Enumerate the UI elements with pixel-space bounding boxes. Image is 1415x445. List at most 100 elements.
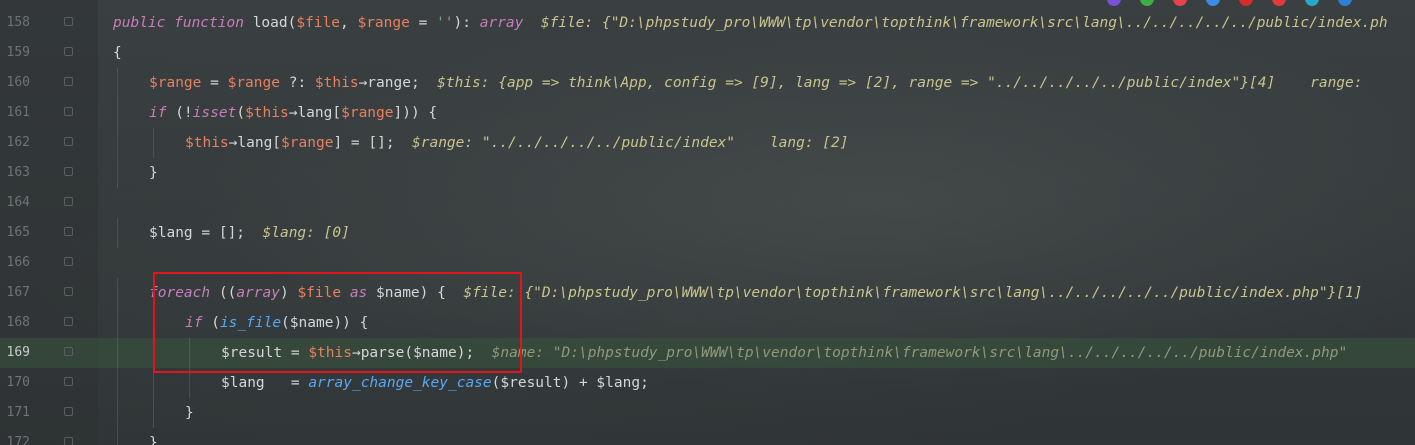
code-token: = [264,375,309,391]
code-token: $range [357,15,410,31]
code-token: ] = []; [333,135,395,151]
code-text: } [149,158,158,188]
code-token: ( [236,105,246,121]
app-icon-teal[interactable] [1305,0,1319,6]
code-line[interactable]: 160 $range = $range ?: $this→range; $this… [0,68,1415,98]
line-number[interactable]: 162 [0,128,30,158]
code-editor[interactable]: 158 public function load($file, $range = … [0,0,1415,445]
line-number[interactable]: 160 [0,68,30,98]
fold-marker-icon[interactable] [64,317,73,326]
opera-icon[interactable] [1239,0,1253,6]
fold-marker-icon[interactable] [64,227,73,236]
fold-marker-icon[interactable] [64,437,73,445]
indent-guide [117,128,118,158]
code-token: , [340,15,358,31]
code-token: $lang [596,375,641,391]
indent-guide [117,428,118,445]
indent-guide [117,398,118,428]
line-number[interactable]: 165 [0,218,30,248]
indent-guide [117,308,118,338]
code-token: function [174,15,253,31]
fold-marker-icon[interactable] [64,77,73,86]
fold-marker-icon[interactable] [64,137,73,146]
code-token: ?: [279,75,315,91]
fold-marker-icon[interactable] [64,47,73,56]
code-text: } [185,398,194,428]
fold-marker-icon[interactable] [64,167,73,176]
fold-marker-icon[interactable] [64,257,73,266]
code-token: →range; [358,75,420,91]
code-token: $range [341,105,394,121]
code-text: public function load($file, $range = '')… [113,8,1388,38]
browser-icon-red[interactable] [1173,0,1187,6]
code-token: array_change_key_case [308,375,492,391]
fold-marker-icon[interactable] [64,347,73,356]
code-token: isset [192,105,237,121]
code-token: ) + [561,375,597,391]
app-icon-purple[interactable] [1107,0,1121,6]
line-number[interactable]: 167 [0,278,30,308]
code-token: load( [252,15,297,31]
code-line[interactable]: 158 public function load($file, $range = … [0,8,1415,38]
line-number[interactable]: 170 [0,368,30,398]
code-token: if [149,105,176,121]
code-token: public [113,15,175,31]
indent-guide [117,158,118,188]
annotation-highlight-box [153,272,522,373]
taskbar-icons [1105,0,1415,6]
code-line[interactable]: 172} [0,428,1415,445]
fold-marker-icon[interactable] [64,107,73,116]
fold-marker-icon[interactable] [64,17,73,26]
inline-debug-value: $range: "../../../../../public/index" la… [394,135,849,151]
code-token: ; [640,375,649,391]
vivaldi-icon[interactable] [1272,0,1286,6]
indent-guide [153,398,154,428]
code-text: $lang = []; $lang: [0] [149,218,350,248]
edge-icon[interactable] [1338,0,1352,6]
code-line[interactable]: 162 $this→lang[$range] = []; $range: "../… [0,128,1415,158]
code-token: $this [185,135,229,151]
inline-debug-value: $lang: [0] [245,225,350,241]
indent-guide [117,278,118,308]
code-token: ): [453,15,480,31]
line-number[interactable]: 168 [0,308,30,338]
code-token: $range [281,135,334,151]
code-token: →lang[ [288,105,342,121]
indent-guide [153,128,154,158]
code-line[interactable]: 164 [0,188,1415,218]
code-token: →lang[ [228,135,282,151]
code-line[interactable]: 165 $lang = []; $lang: [0] [0,218,1415,248]
line-number[interactable]: 161 [0,98,30,128]
fold-marker-icon[interactable] [64,197,73,206]
indent-guide [117,68,118,98]
code-text: $range = $range ?: $this→range; $this: {… [149,68,1362,98]
indent-guide [117,338,118,368]
indent-guide [117,98,118,128]
fold-marker-icon[interactable] [64,407,73,416]
code-token: = [409,15,437,31]
line-number[interactable]: 159 [0,38,30,68]
browser-icon-blue[interactable] [1206,0,1220,6]
line-number[interactable]: 172 [0,428,30,445]
indent-guide [117,368,118,398]
code-token: $this [314,75,359,91]
line-number[interactable]: 163 [0,158,30,188]
code-line[interactable]: 171} [0,398,1415,428]
fold-marker-icon[interactable] [64,377,73,386]
fold-marker-icon[interactable] [64,287,73,296]
line-number[interactable]: 166 [0,248,30,278]
line-number[interactable]: 164 [0,188,30,218]
line-number[interactable]: 171 [0,398,30,428]
code-line[interactable]: 159 { [0,38,1415,68]
code-line[interactable]: 163} [0,158,1415,188]
code-line[interactable]: 161 if (!isset($this→lang[$range])) { [0,98,1415,128]
code-token: = []; [192,225,246,241]
code-text: } [149,428,158,445]
code-token: $this [245,105,289,121]
line-number[interactable]: 169 [0,338,30,368]
code-text: if (!isset($this→lang[$range])) { [149,98,437,128]
code-token: } [149,435,158,445]
line-number[interactable]: 158 [0,8,30,38]
code-text: $this→lang[$range] = []; $range: "../../… [185,128,849,158]
chrome-icon[interactable] [1140,0,1154,6]
